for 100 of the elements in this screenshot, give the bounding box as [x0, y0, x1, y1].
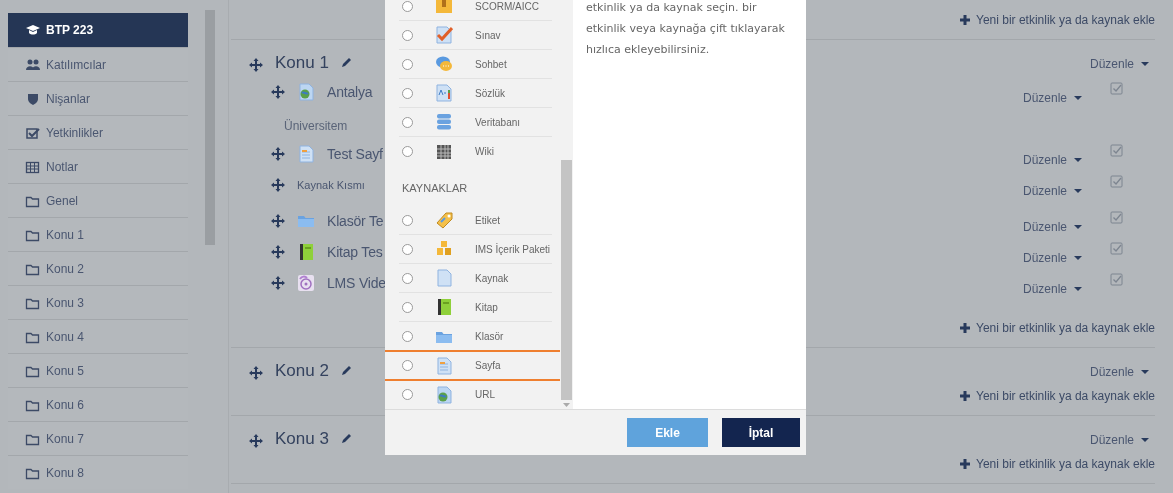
move-icon [271, 85, 285, 99]
move-icon [271, 214, 285, 228]
move-icon [249, 433, 263, 448]
checked-checkbox-icon[interactable] [1110, 144, 1123, 157]
sidebar-item[interactable]: BTP 223 [8, 13, 188, 47]
move-icon [271, 276, 285, 290]
checked-checkbox-icon[interactable] [1110, 82, 1123, 95]
edit-menu-link[interactable]: Düzenle [1022, 89, 1082, 107]
globe-page-icon [297, 83, 315, 101]
move-icon [249, 365, 263, 380]
radio-button[interactable] [402, 87, 413, 99]
pencil-icon [340, 365, 352, 377]
checked-checkbox-icon[interactable] [1110, 175, 1123, 188]
add-button[interactable]: Ekle [627, 418, 708, 447]
radio-button[interactable] [402, 331, 413, 342]
edit-menu-link[interactable]: Düzenle [1089, 55, 1149, 73]
move-icon [249, 57, 263, 72]
radio-button[interactable] [402, 389, 413, 400]
edit-menu-link[interactable]: Düzenle [1022, 218, 1082, 236]
users-icon [25, 57, 40, 72]
help-text: etkinlik ya da kaynak seçin. bir etkinlik veya kaynağa çift tıklayarak hızlıca ekleyebilirsiniz. [586, 0, 786, 58]
radio-button[interactable] [402, 243, 413, 255]
label-text: Kaynak Kısmı [297, 177, 365, 193]
caret-icon [1141, 369, 1149, 375]
add-activity-link[interactable]: Yeni bir etkinlik ya da kaynak ekle [960, 387, 1155, 405]
table-icon [25, 159, 40, 174]
move-icon [271, 178, 285, 192]
file-icon [435, 269, 453, 287]
activity-link[interactable]: Test Sayf [327, 143, 383, 165]
checked-checkbox-icon[interactable] [1110, 273, 1123, 286]
checkbox-icon [25, 125, 40, 140]
option-label[interactable]: Klasör [475, 329, 504, 344]
option-label[interactable]: Etiket [475, 212, 500, 228]
edit-menu-link[interactable]: Düzenle [1089, 431, 1149, 449]
plus-icon [960, 459, 970, 469]
plus-icon [960, 15, 970, 25]
caret-icon [1141, 61, 1149, 67]
caret-icon [1074, 188, 1082, 194]
edit-menu-link[interactable]: Düzenle [1022, 249, 1082, 267]
option-label[interactable]: Kaynak [475, 270, 509, 286]
caret-icon [1074, 286, 1082, 292]
video-icon [297, 274, 315, 292]
add-activity-link[interactable]: Yeni bir etkinlik ya da kaynak ekle [960, 319, 1155, 337]
down-arrow-icon [563, 403, 570, 407]
move-icon [271, 245, 285, 259]
glossary-page-icon [435, 84, 453, 102]
radio-button[interactable] [402, 272, 413, 284]
activity-link[interactable]: Klasör Te [327, 210, 384, 232]
caret-icon [1074, 255, 1082, 261]
package-box-icon [435, 0, 453, 15]
edit-menu-link[interactable]: Düzenle [1022, 280, 1082, 298]
radio-button[interactable] [402, 360, 413, 371]
option-label[interactable]: Sözlük [475, 85, 505, 101]
pencil-icon [340, 433, 352, 445]
option-label[interactable]: SCORM/AICC [475, 0, 539, 14]
add-activity-link[interactable]: Yeni bir etkinlik ya da kaynak ekle [960, 11, 1155, 29]
caret-icon [1141, 437, 1149, 443]
grid-pattern-icon [435, 142, 453, 161]
radio-button[interactable] [402, 116, 413, 128]
option-label[interactable]: Kitap [475, 299, 498, 315]
radio-button[interactable] [402, 301, 413, 313]
add-activity-link[interactable]: Yeni bir etkinlik ya da kaynak ekle [960, 455, 1155, 473]
radio-button[interactable] [402, 214, 413, 226]
option-label[interactable]: Sohbet [475, 56, 507, 72]
edit-menu-link[interactable]: Düzenle [1022, 182, 1082, 200]
cancel-button[interactable]: İptal [722, 418, 800, 447]
section-title: Konu 2 [275, 360, 329, 382]
tag-icon [435, 211, 453, 229]
book-icon [435, 298, 453, 316]
radio-button[interactable] [402, 58, 413, 70]
activity-link[interactable]: LMS Vide [327, 272, 386, 294]
option-label[interactable]: IMS İçerik Paketi [475, 241, 551, 257]
section-title: Konu 1 [275, 52, 329, 74]
page-icon [435, 356, 453, 375]
edit-menu-link[interactable]: Düzenle [1089, 363, 1149, 381]
option-label[interactable]: Sayfa [475, 358, 501, 373]
edit-menu-link[interactable]: Düzenle [1022, 151, 1082, 169]
plus-icon [960, 391, 970, 401]
shield-icon [25, 91, 40, 106]
chat-bubble-icon [435, 55, 453, 73]
boxes-icon [435, 240, 453, 258]
description-text: Üniversitem [283, 118, 348, 135]
option-label[interactable]: Veritabanı [475, 114, 521, 130]
option-label[interactable]: URL [475, 387, 495, 402]
move-icon [271, 147, 285, 161]
activity-link[interactable]: Antalya [327, 81, 373, 103]
graduation-cap-icon [25, 23, 40, 37]
radio-button[interactable] [402, 29, 413, 41]
page-icon [297, 145, 315, 163]
checked-checkbox-icon[interactable] [1110, 211, 1123, 224]
radio-button[interactable] [402, 0, 413, 12]
option-label[interactable]: Wiki [475, 144, 494, 159]
activity-link[interactable]: Kitap Tes [327, 241, 383, 263]
book-icon [297, 243, 315, 261]
section-heading: KAYNAKLAR [401, 180, 469, 196]
radio-button[interactable] [402, 146, 413, 157]
section-title: Konu 3 [275, 428, 329, 450]
option-label[interactable]: Sınav [475, 27, 501, 43]
checked-checkbox-icon[interactable] [1110, 242, 1123, 255]
quiz-check-icon [435, 26, 453, 44]
